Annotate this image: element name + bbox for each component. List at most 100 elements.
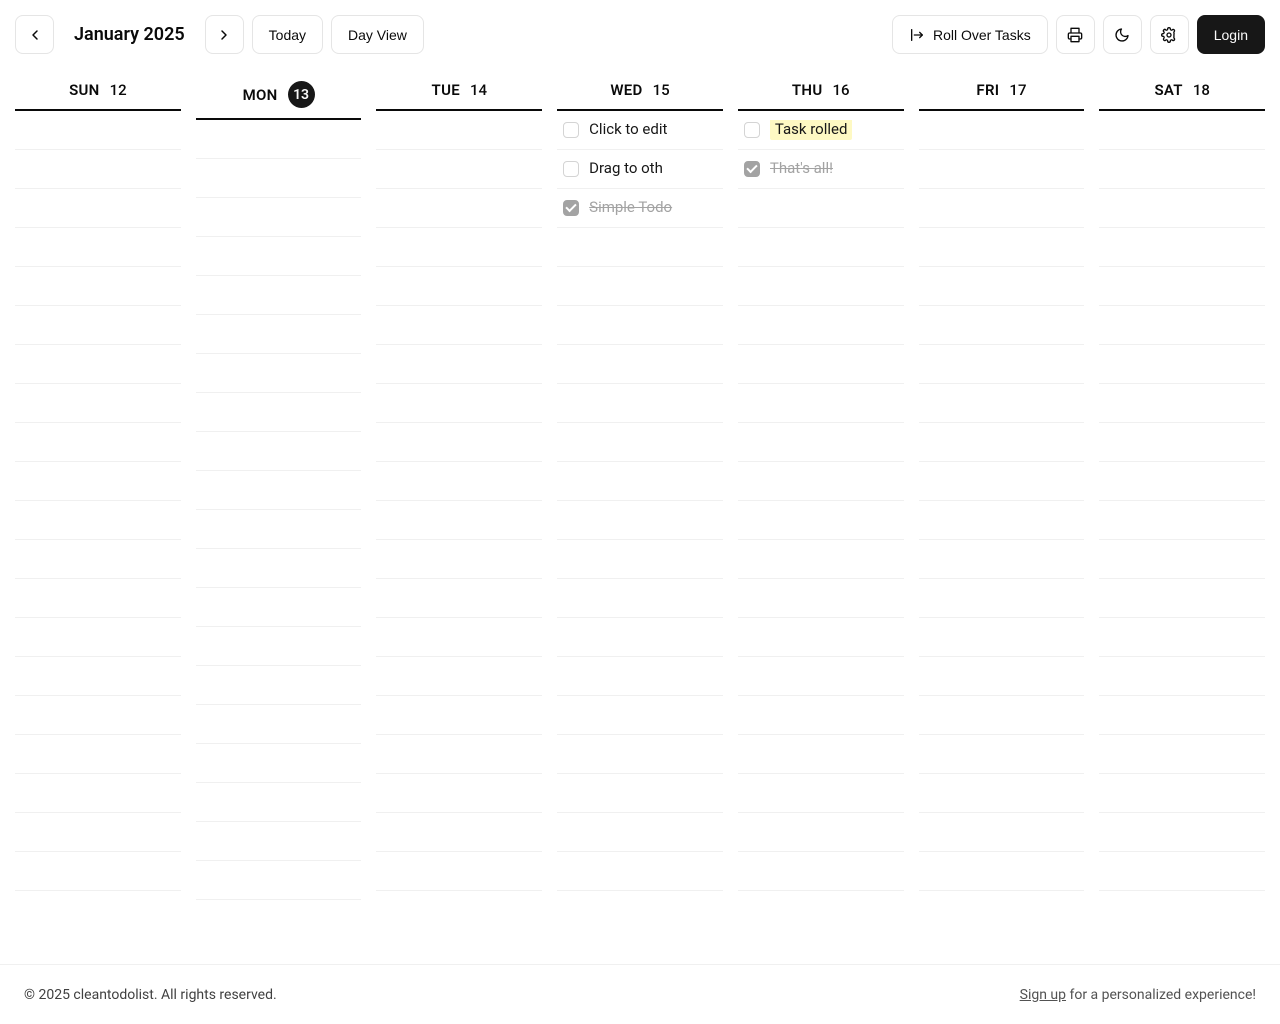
- task-row[interactable]: [1099, 150, 1265, 189]
- task-row[interactable]: [738, 462, 904, 501]
- task-row[interactable]: [557, 579, 723, 618]
- task-row[interactable]: [557, 774, 723, 813]
- task-row[interactable]: [376, 228, 542, 267]
- task-row[interactable]: [919, 579, 1085, 618]
- task-row[interactable]: [376, 735, 542, 774]
- task-row[interactable]: [738, 579, 904, 618]
- task-checkbox[interactable]: [744, 122, 760, 138]
- task-row[interactable]: [196, 432, 362, 471]
- task-row[interactable]: [376, 345, 542, 384]
- task-row[interactable]: [557, 852, 723, 891]
- task-row[interactable]: [15, 501, 181, 540]
- task-row[interactable]: [15, 774, 181, 813]
- task-text[interactable]: Simple Todo: [589, 198, 717, 218]
- task-row[interactable]: [738, 618, 904, 657]
- task-row[interactable]: [15, 228, 181, 267]
- task-row[interactable]: [196, 666, 362, 705]
- task-row[interactable]: [1099, 774, 1265, 813]
- task-row[interactable]: [196, 549, 362, 588]
- task-row[interactable]: [196, 354, 362, 393]
- rollover-tasks-button[interactable]: Roll Over Tasks: [892, 15, 1048, 54]
- task-row[interactable]: [15, 267, 181, 306]
- task-row[interactable]: [376, 306, 542, 345]
- task-row[interactable]: [196, 861, 362, 900]
- login-button[interactable]: Login: [1197, 15, 1265, 54]
- task-row[interactable]: [738, 501, 904, 540]
- task-row[interactable]: [919, 735, 1085, 774]
- task-checkbox[interactable]: [563, 161, 579, 177]
- task-row[interactable]: [919, 462, 1085, 501]
- task-list[interactable]: [196, 120, 362, 964]
- next-week-button[interactable]: [205, 15, 244, 54]
- day-header[interactable]: SAT18: [1099, 81, 1265, 111]
- task-row[interactable]: [919, 150, 1085, 189]
- task-row[interactable]: [1099, 696, 1265, 735]
- task-row[interactable]: [1099, 579, 1265, 618]
- task-row[interactable]: [376, 111, 542, 150]
- task-row[interactable]: [15, 618, 181, 657]
- task-row[interactable]: [1099, 735, 1265, 774]
- task-row[interactable]: [15, 579, 181, 618]
- day-header[interactable]: TUE14: [376, 81, 542, 111]
- task-row[interactable]: [1099, 852, 1265, 891]
- day-header[interactable]: MON13: [196, 81, 362, 120]
- task-row[interactable]: [196, 705, 362, 744]
- task-row[interactable]: [738, 267, 904, 306]
- task-row[interactable]: [919, 384, 1085, 423]
- task-list[interactable]: Click to edit Drag to oth Simple Todo: [557, 111, 723, 964]
- task-row[interactable]: [376, 852, 542, 891]
- task-row[interactable]: [738, 423, 904, 462]
- day-header[interactable]: WED15: [557, 81, 723, 111]
- task-row[interactable]: Drag to oth: [557, 150, 723, 189]
- task-row[interactable]: [557, 228, 723, 267]
- task-row[interactable]: [15, 735, 181, 774]
- task-row[interactable]: [15, 462, 181, 501]
- task-text[interactable]: Drag to oth: [589, 159, 717, 179]
- task-row[interactable]: [15, 345, 181, 384]
- task-row[interactable]: [919, 501, 1085, 540]
- task-row[interactable]: [15, 306, 181, 345]
- task-row[interactable]: [1099, 267, 1265, 306]
- task-row[interactable]: [15, 852, 181, 891]
- print-button[interactable]: [1056, 15, 1095, 54]
- signup-link[interactable]: Sign up: [1020, 987, 1066, 1003]
- settings-button[interactable]: [1150, 15, 1189, 54]
- task-text[interactable]: That's all!: [770, 159, 898, 179]
- task-row[interactable]: [1099, 813, 1265, 852]
- task-row[interactable]: [919, 540, 1085, 579]
- day-header[interactable]: SUN12: [15, 81, 181, 111]
- task-row[interactable]: [557, 735, 723, 774]
- task-row[interactable]: Click to edit: [557, 111, 723, 150]
- task-checkbox[interactable]: [744, 161, 760, 177]
- task-row[interactable]: [557, 345, 723, 384]
- task-row[interactable]: [196, 198, 362, 237]
- task-row[interactable]: [557, 540, 723, 579]
- task-row[interactable]: [738, 774, 904, 813]
- task-row[interactable]: [376, 696, 542, 735]
- task-row[interactable]: [196, 237, 362, 276]
- task-row[interactable]: [15, 189, 181, 228]
- task-row[interactable]: [919, 774, 1085, 813]
- task-row[interactable]: That's all!: [738, 150, 904, 189]
- task-row[interactable]: [1099, 306, 1265, 345]
- task-row[interactable]: [376, 501, 542, 540]
- task-row[interactable]: [738, 345, 904, 384]
- task-list[interactable]: [15, 111, 181, 964]
- task-row[interactable]: [196, 159, 362, 198]
- task-row[interactable]: [557, 618, 723, 657]
- task-row[interactable]: [196, 588, 362, 627]
- task-row[interactable]: [557, 657, 723, 696]
- task-row[interactable]: [376, 774, 542, 813]
- task-list[interactable]: [919, 111, 1085, 964]
- task-row[interactable]: [1099, 618, 1265, 657]
- task-row[interactable]: [919, 345, 1085, 384]
- task-row[interactable]: [376, 267, 542, 306]
- task-row[interactable]: [738, 735, 904, 774]
- task-row[interactable]: [376, 462, 542, 501]
- task-row[interactable]: [557, 423, 723, 462]
- task-row[interactable]: [196, 276, 362, 315]
- task-row[interactable]: [196, 627, 362, 666]
- task-row[interactable]: [738, 852, 904, 891]
- task-list[interactable]: [376, 111, 542, 964]
- task-row[interactable]: [557, 384, 723, 423]
